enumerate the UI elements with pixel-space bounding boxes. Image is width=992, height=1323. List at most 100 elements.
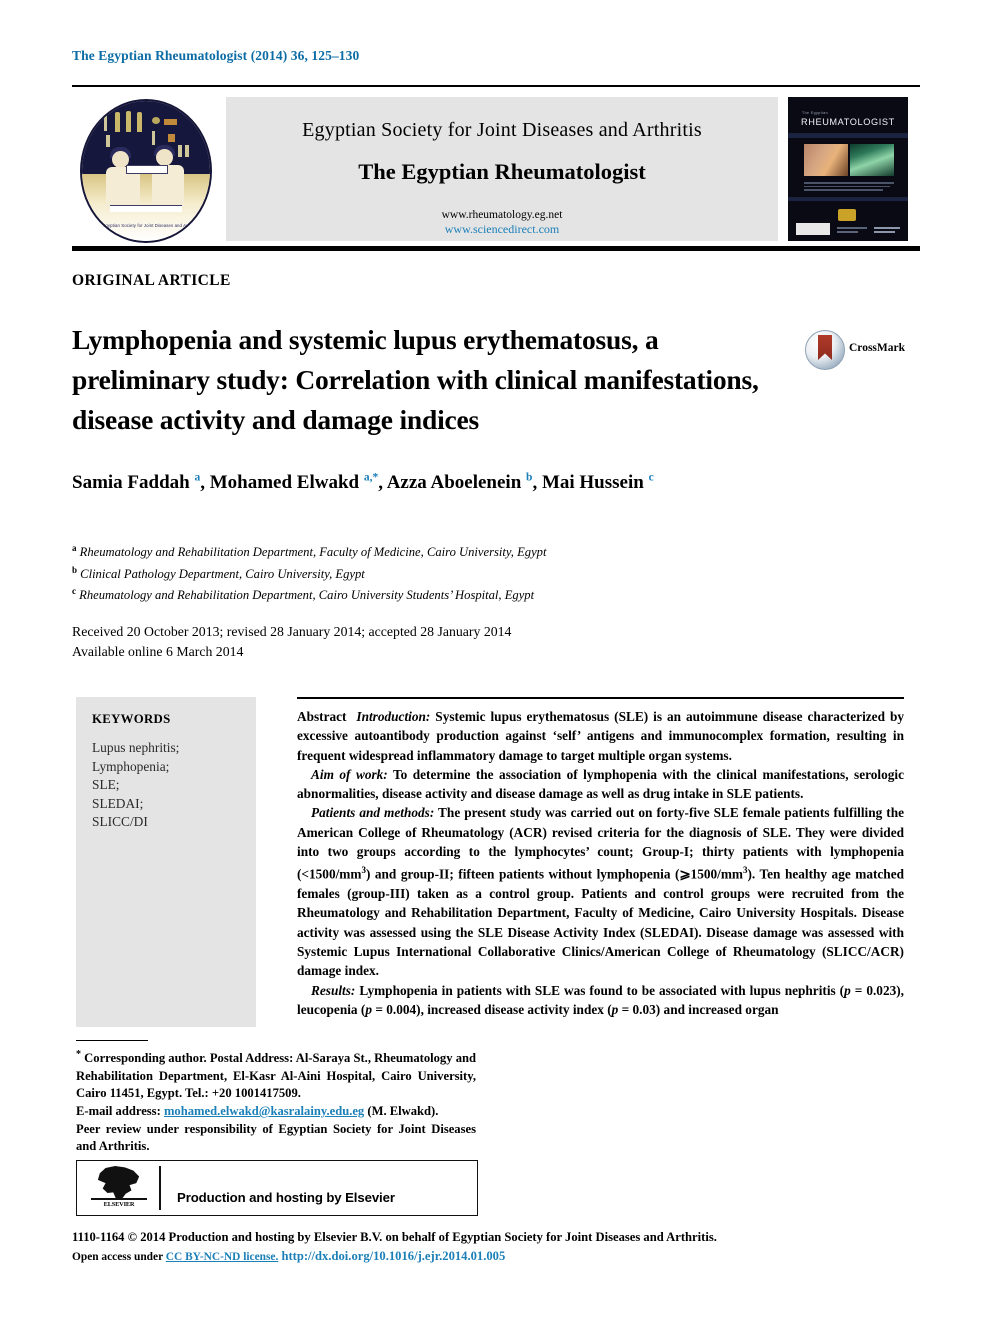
article-page: The Egyptian Rheumatologist (2014) 36, 1… bbox=[0, 0, 992, 1323]
seated-figure-icon bbox=[156, 149, 173, 166]
article-title: Lymphopenia and systemic lupus erythemat… bbox=[72, 324, 759, 435]
cover-kicker: The Egyptian bbox=[802, 111, 828, 115]
crossmark-label: CrossMark bbox=[849, 342, 906, 354]
author-affiliation-mark: a,* bbox=[363, 472, 379, 484]
open-access-line: Open access under CC BY-NC-ND license. h… bbox=[72, 1249, 506, 1263]
author-list: Samia Faddah a, Mohamed Elwakd a,*, Azza… bbox=[72, 472, 654, 494]
abstract-aim: Aim of work: To determine the associatio… bbox=[297, 766, 904, 802]
journal-cover-thumbnail: The Egyptian RHEUMATOLOGIST bbox=[788, 97, 908, 241]
sciencedirect-link[interactable]: www.sciencedirect.com bbox=[226, 222, 778, 237]
abstract-intro: Abstract Introduction: Systemic lupus er… bbox=[297, 709, 904, 763]
doi-link[interactable]: http://dx.doi.org/10.1016/j.ejr.2014.01.… bbox=[281, 1249, 505, 1263]
cover-issn-mark bbox=[874, 227, 900, 235]
author-affiliation-mark: b bbox=[526, 472, 533, 484]
article-dates: Received 20 October 2013; revised 28 Jan… bbox=[72, 622, 511, 662]
cover-band bbox=[788, 197, 908, 201]
running-head: The Egyptian Rheumatologist (2014) 36, 1… bbox=[72, 48, 360, 63]
keywords-list: Lupus nephritis; Lymphopenia; SLE; SLEDA… bbox=[92, 740, 180, 830]
logo-sky bbox=[82, 101, 210, 174]
dates-received: Received 20 October 2013; revised 28 Jan… bbox=[72, 624, 512, 639]
cover-sciencedirect-mark bbox=[837, 227, 867, 235]
abstract-body: Abstract Introduction: Systemic lupus er… bbox=[297, 707, 904, 1019]
hieroglyph-icon bbox=[137, 112, 142, 132]
affiliation-item: c Rheumatology and Rehabilitation Depart… bbox=[72, 586, 535, 603]
cover-rule bbox=[788, 133, 908, 138]
elsevier-logo: ELSEVIER bbox=[91, 1166, 147, 1210]
footnote-rule bbox=[76, 1040, 148, 1042]
cover-ultrasound-icon bbox=[850, 144, 894, 176]
abstract-methods: Patients and methods: The present study … bbox=[297, 805, 905, 979]
hieroglyph-icon bbox=[115, 112, 120, 132]
affiliation-mark: b bbox=[72, 564, 78, 575]
author-name: Mai Hussein c bbox=[541, 472, 654, 494]
cover-title: RHEUMATOLOGIST bbox=[801, 117, 895, 127]
masthead-center-panel: Egyptian Society for Joint Diseases and … bbox=[226, 97, 778, 241]
hieroglyph-icon bbox=[152, 117, 160, 124]
author-affiliation-mark: a bbox=[194, 472, 201, 484]
abstract-section-heading: Patients and methods: bbox=[311, 805, 435, 821]
society-logo: The Egyptian Society for Joint Diseases … bbox=[72, 97, 220, 243]
masthead-top-rule bbox=[72, 85, 920, 87]
abstract-top-rule bbox=[297, 697, 904, 699]
cover-caption-lines bbox=[804, 182, 894, 193]
hieroglyph-icon bbox=[126, 111, 131, 132]
journal-title: The Egyptian Rheumatologist bbox=[358, 159, 646, 184]
copyright-block: 1110-1164 © 2014 Production and hosting … bbox=[72, 1228, 922, 1267]
platform-icon bbox=[110, 205, 182, 212]
email-link[interactable]: mohamed.elwakd@kasralainy.edu.eg bbox=[164, 1104, 364, 1118]
asterisk-mark: * bbox=[76, 1049, 81, 1060]
elsevier-hosting-box: ELSEVIER Production and hosting by Elsev… bbox=[76, 1160, 478, 1216]
abstract-label: Abstract bbox=[297, 709, 347, 724]
hieroglyph-icon bbox=[104, 115, 107, 131]
table-icon bbox=[126, 165, 168, 174]
cover-elsevier-logo-icon bbox=[796, 223, 830, 235]
copyright-line: 1110-1164 © 2014 Production and hosting … bbox=[72, 1230, 717, 1244]
affiliation-list: a Rheumatology and Rehabilitation Depart… bbox=[72, 540, 832, 605]
hieroglyph-icon bbox=[178, 145, 182, 157]
affiliation-item: b Clinical Pathology Department, Cairo U… bbox=[72, 564, 365, 581]
abstract-section-heading: Introduction: bbox=[356, 709, 431, 724]
affiliation-item: a Rheumatology and Rehabilitation Depart… bbox=[72, 543, 547, 560]
dates-available-online: Available online 6 March 2014 bbox=[72, 644, 244, 659]
crossmark-ribbon-icon bbox=[818, 335, 832, 360]
abstract-section-heading: Results: bbox=[311, 982, 356, 998]
keywords-heading: KEYWORDS bbox=[92, 712, 171, 726]
elsevier-hosting-text: Production and hosting by Elsevier bbox=[177, 1190, 395, 1205]
crossmark-badge[interactable]: CrossMark bbox=[805, 330, 915, 370]
hieroglyph-icon bbox=[106, 135, 110, 147]
elsevier-wordmark: ELSEVIER bbox=[91, 1198, 147, 1208]
masthead-bottom-rule bbox=[72, 246, 920, 251]
cover-images bbox=[804, 144, 894, 176]
cover-society-emblem-icon bbox=[838, 209, 856, 221]
hieroglyph-icon bbox=[168, 134, 175, 142]
society-name: Egyptian Society for Joint Diseases and … bbox=[302, 119, 702, 141]
corresponding-author-note: * Corresponding author. Postal Address: … bbox=[76, 1049, 476, 1101]
author-name: Azza Aboelenein b bbox=[386, 472, 533, 494]
journal-masthead: The Egyptian Society for Joint Diseases … bbox=[72, 95, 920, 243]
hieroglyph-icon bbox=[185, 145, 189, 157]
abstract-section-heading: Aim of work: bbox=[311, 766, 388, 782]
footnote-block: * Corresponding author. Postal Address: … bbox=[76, 1046, 476, 1156]
affiliation-mark: a bbox=[72, 543, 77, 553]
keywords-panel: KEYWORDS Lupus nephritis; Lymphopenia; S… bbox=[76, 697, 256, 1027]
hieroglyph-icon bbox=[164, 119, 177, 125]
author-name: Mohamed Elwakd a,* bbox=[209, 472, 379, 494]
affiliation-mark: c bbox=[72, 586, 76, 597]
society-logo-oval: The Egyptian Society for Joint Diseases … bbox=[80, 99, 212, 243]
cover-photo-icon bbox=[804, 144, 848, 176]
author-affiliation-mark: c bbox=[648, 472, 654, 484]
unit-exponent: 3 bbox=[743, 865, 748, 876]
society-logo-caption: The Egyptian Society for Joint Diseases … bbox=[93, 223, 199, 228]
license-link[interactable]: CC BY-NC-ND license. bbox=[166, 1251, 279, 1263]
journal-url: www.rheumatology.eg.net bbox=[441, 209, 563, 221]
author-name: Samia Faddah a bbox=[72, 472, 201, 494]
elsevier-tree-icon bbox=[97, 1166, 140, 1199]
hieroglyph-icon bbox=[152, 131, 155, 145]
abstract-results: Results: Lymphopenia in patients with SL… bbox=[297, 982, 904, 1017]
article-type-label: ORIGINAL ARTICLE bbox=[72, 272, 231, 289]
crossmark-icon bbox=[805, 330, 845, 370]
email-note: E-mail address: mohamed.elwakd@kasralain… bbox=[76, 1103, 439, 1118]
peer-review-note: Peer review under responsibility of Egyp… bbox=[76, 1121, 476, 1154]
cover-footer bbox=[796, 223, 900, 235]
unit-exponent: 3 bbox=[361, 865, 366, 876]
